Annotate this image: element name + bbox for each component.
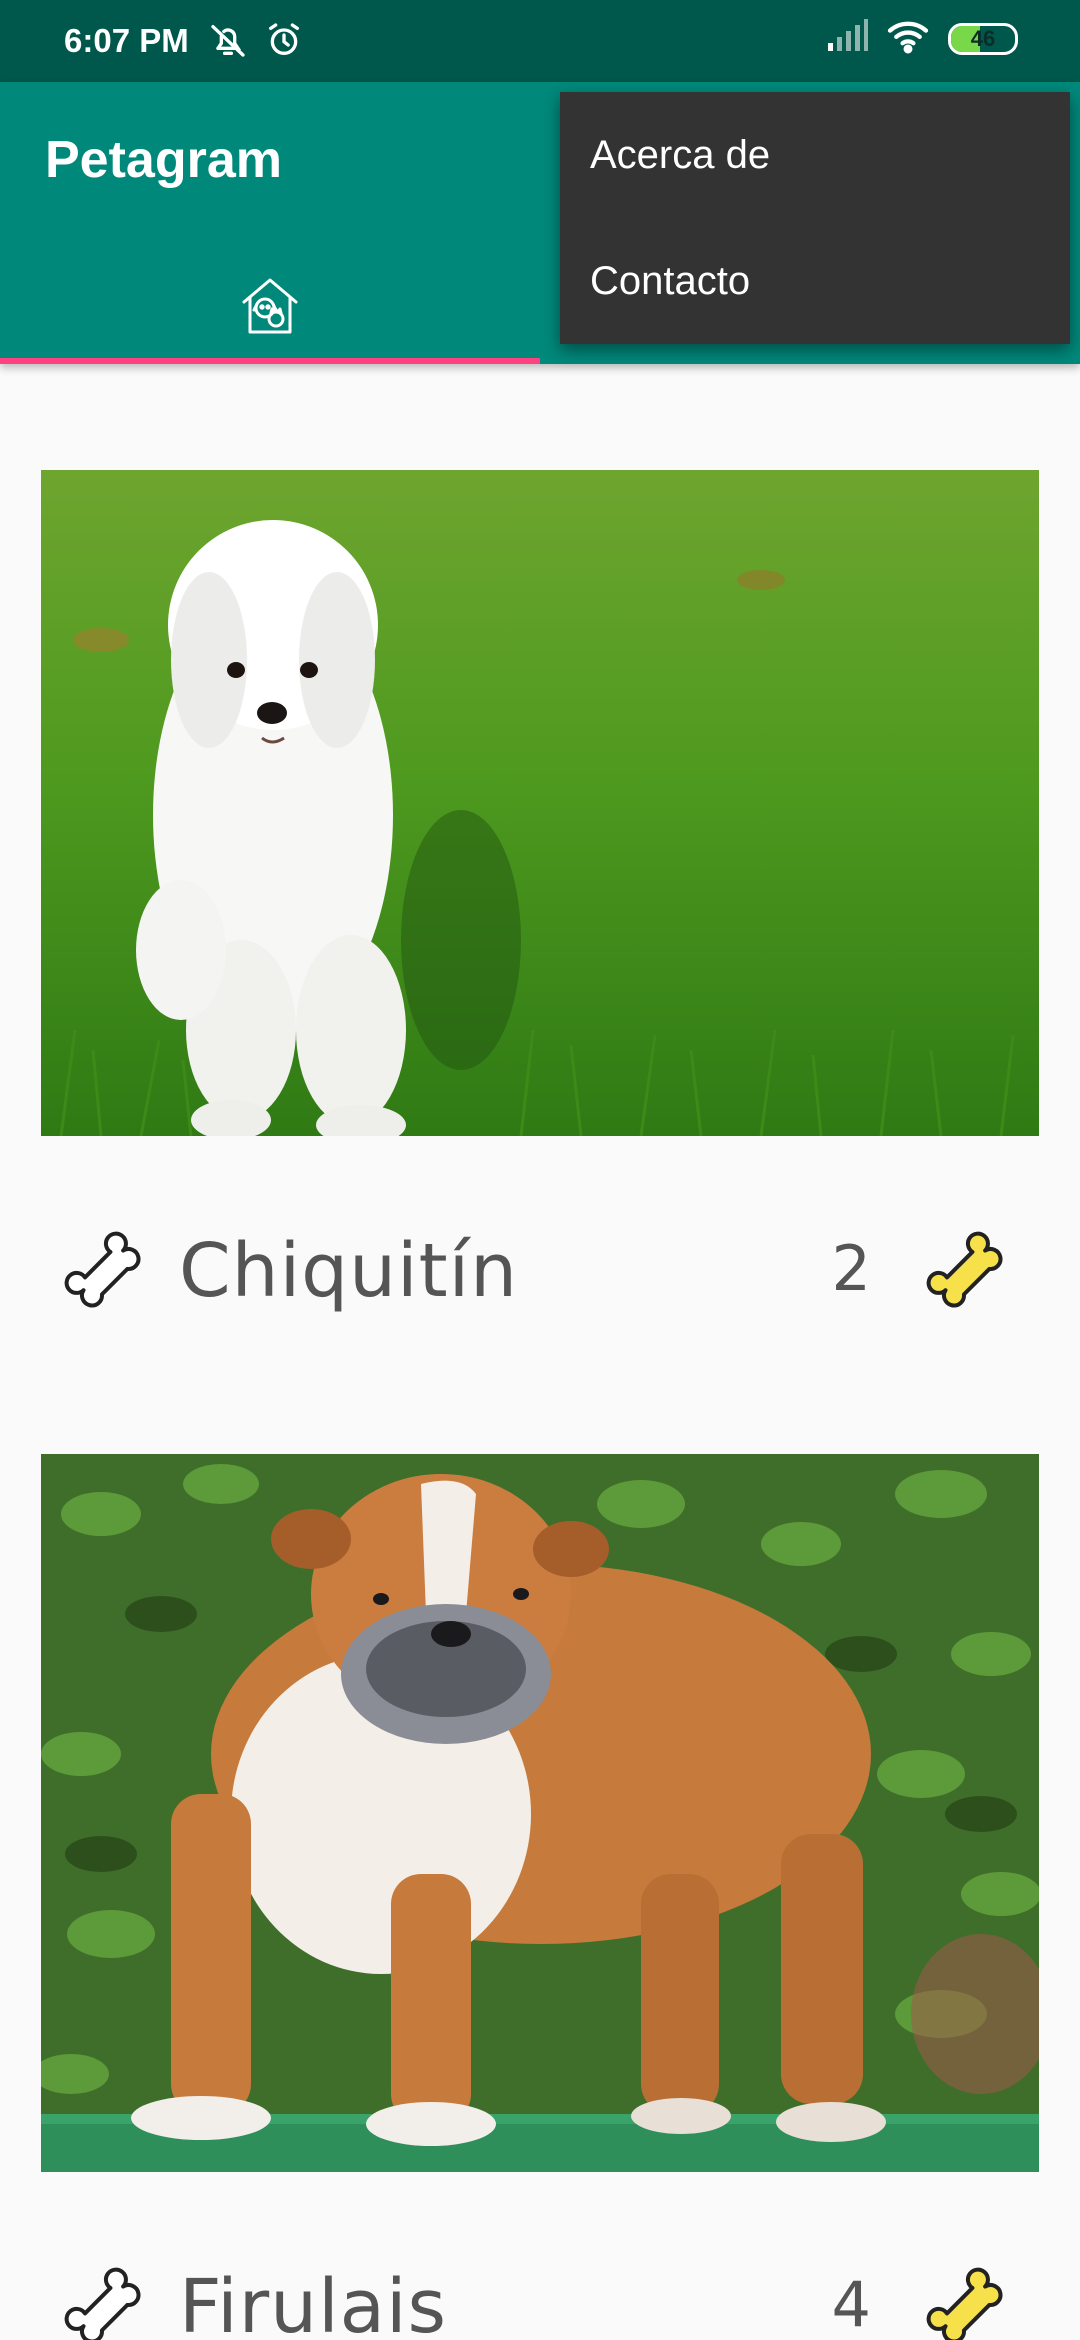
bone-outline-icon bbox=[59, 1226, 159, 1331]
tab-home[interactable] bbox=[0, 252, 540, 364]
status-time: 6:07 PM bbox=[64, 22, 189, 59]
battery-icon: 46 bbox=[948, 22, 1018, 55]
menu-item-acerca-de[interactable]: Acerca de bbox=[560, 92, 1070, 218]
alarm-icon bbox=[264, 20, 304, 65]
signal-icon bbox=[826, 19, 868, 58]
battery-level: 46 bbox=[970, 25, 996, 51]
pet-card[interactable]: Firulais 4 bbox=[41, 1454, 1039, 2340]
pet-likes-count: 4 bbox=[831, 2268, 871, 2340]
pet-row: Firulais 4 bbox=[41, 2172, 1039, 2340]
pet-card[interactable]: Chiquitín 2 bbox=[41, 470, 1039, 1376]
pet-house-icon bbox=[238, 274, 302, 343]
pet-row: Chiquitín 2 bbox=[41, 1136, 1039, 1376]
pet-photo bbox=[41, 470, 1039, 1136]
app-title: Petagram bbox=[45, 131, 282, 189]
wifi-icon bbox=[886, 18, 930, 59]
like-bone-icon[interactable] bbox=[921, 2262, 1021, 2340]
status-bar: 6:07 PM 46 bbox=[0, 0, 1080, 82]
pet-name: Firulais bbox=[179, 2264, 448, 2340]
pet-name: Chiquitín bbox=[179, 1228, 519, 1314]
mute-notifications-icon bbox=[208, 20, 248, 65]
pet-photo bbox=[41, 1454, 1039, 2172]
bone-outline-icon bbox=[59, 2262, 159, 2340]
pet-feed[interactable]: Chiquitín 2 Firulais 4 bbox=[0, 364, 1080, 2340]
overflow-menu: Acerca de Contacto bbox=[560, 92, 1070, 344]
pet-likes-count: 2 bbox=[831, 1232, 871, 1305]
menu-item-contacto[interactable]: Contacto bbox=[560, 218, 1070, 344]
like-bone-icon[interactable] bbox=[921, 1226, 1021, 1331]
screen: 6:07 PM 46 Petagram Acerca de Contacto C… bbox=[0, 0, 1080, 2340]
